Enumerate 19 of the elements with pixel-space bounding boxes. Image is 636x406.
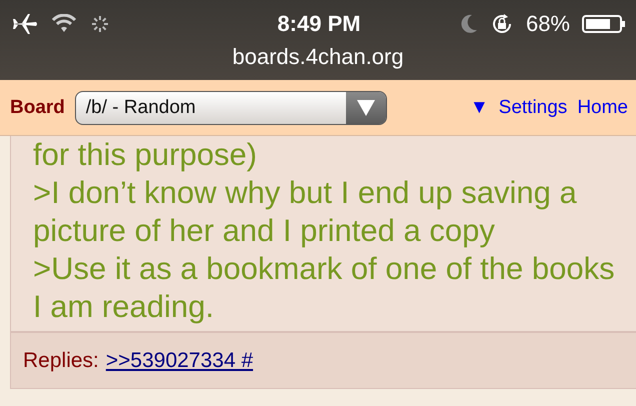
nav-link[interactable]: Settings: [498, 96, 568, 118]
wifi-icon: [52, 14, 76, 34]
loading-icon: [90, 14, 110, 34]
dropdown-arrow-icon: [356, 98, 376, 116]
quote-text: >Use it as a bookmark of one of the books I am reading.: [33, 250, 616, 326]
clock: 8:49 PM: [277, 11, 361, 37]
battery-level: 68%: [526, 11, 570, 37]
board-label: Board: [10, 96, 65, 118]
quote-text: for this purpose): [33, 136, 258, 174]
nav-link[interactable]: Home: [577, 96, 628, 118]
replies-label: Replies:: [23, 348, 99, 372]
address-url[interactable]: boards.4chan.org: [232, 44, 404, 69]
settings-toggle[interactable]: ▼: [470, 96, 489, 118]
reply-link[interactable]: >>539027334 #: [106, 348, 254, 372]
board-select[interactable]: /b/ - Random: [74, 90, 387, 124]
moon-icon: [460, 14, 478, 34]
airplane-icon: [12, 13, 38, 35]
battery-icon: [582, 14, 626, 34]
quote-text: >I don’t know why but I end up saving a picture of her and I printed a copy: [33, 174, 578, 250]
